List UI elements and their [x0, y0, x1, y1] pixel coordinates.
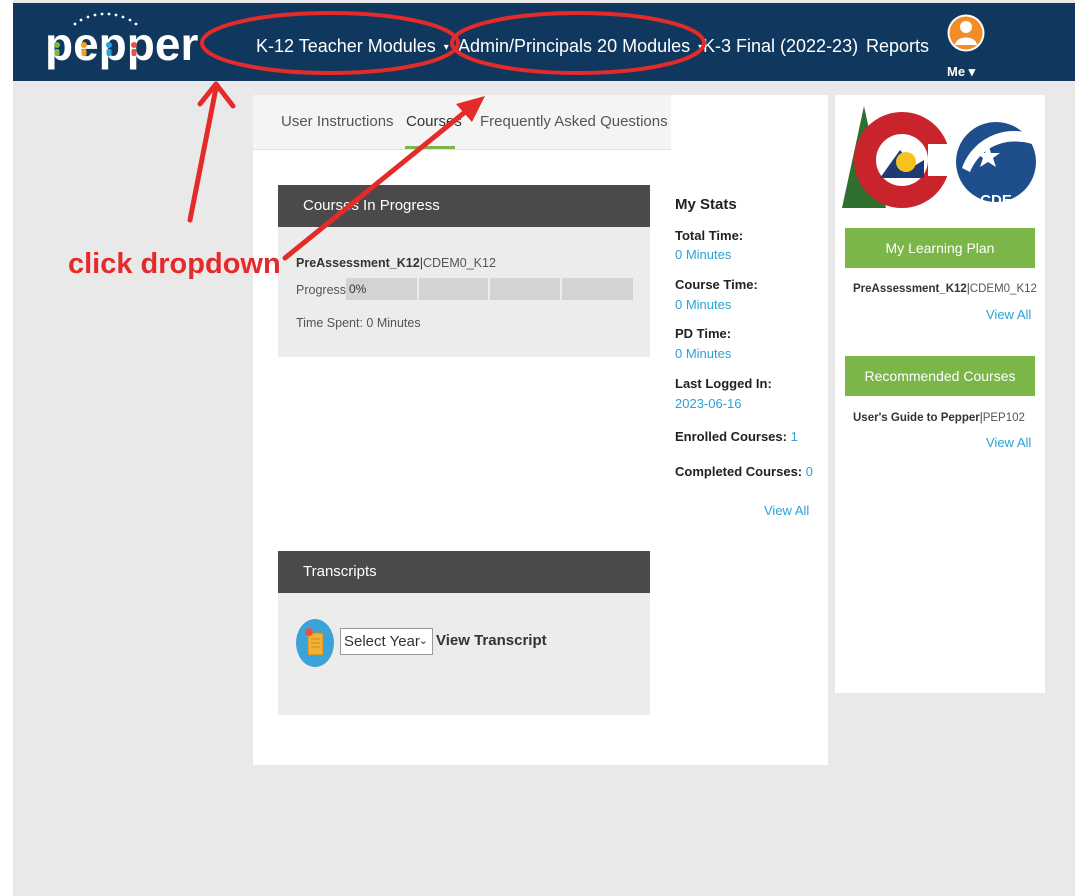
chevron-down-icon: ⌄ [418, 635, 428, 647]
nav-item-label: Reports [866, 36, 930, 56]
progress-segment-divider [560, 278, 562, 300]
active-tab-indicator [405, 146, 455, 149]
nav-k3-final[interactable]: K-3 Final (2022-23) [703, 36, 858, 57]
enrolled-courses-label: Enrolled Courses: [675, 429, 787, 444]
progress-segment-divider [488, 278, 490, 300]
time-spent: Time Spent: 0 Minutes [296, 316, 421, 330]
course-name: PreAssessment_K12 [853, 283, 967, 295]
total-time-label: Total Time: [675, 228, 744, 243]
tab-courses[interactable]: Courses [406, 113, 462, 130]
course-code: PEP102 [982, 412, 1025, 424]
completed-courses: Completed Courses: 0 [675, 464, 813, 479]
logo-wordmark: pepper [45, 18, 198, 70]
annotation-text: click dropdown [68, 248, 281, 280]
select-year-dropdown[interactable]: Select Year ⌄ [340, 628, 433, 655]
nav-item-label: Admin/Principals 20 Modules [458, 36, 691, 56]
course-code: CDEM0_K12 [422, 256, 496, 270]
progress-label: Progress [296, 283, 347, 297]
nav-reports[interactable]: Reports [866, 36, 929, 57]
select-year-value: Select Year [344, 633, 420, 650]
transcripts-header: Transcripts [278, 551, 650, 593]
course-name[interactable]: PreAssessment_K12 [296, 256, 420, 270]
learning-plan-view-all-link[interactable]: View All [986, 307, 1031, 322]
course-time-label: Course Time: [675, 277, 758, 292]
nav-item-label: K-12 Teacher Modules [256, 36, 436, 56]
cde-logo-icon: CDE [956, 122, 1036, 209]
tab-user-instructions[interactable]: User Instructions [281, 113, 394, 130]
pd-time-label: PD Time: [675, 326, 732, 341]
state-logos: CDE [842, 106, 1036, 209]
course-code: CDEM0_K12 [969, 283, 1037, 295]
pd-time-value: 0 Minutes [675, 346, 732, 361]
course-time-value: 0 Minutes [675, 297, 732, 312]
last-login-value: 2023-06-16 [675, 396, 742, 411]
enrolled-courses-value[interactable]: 1 [791, 429, 798, 444]
pepper-logo[interactable]: pepper [45, 10, 205, 72]
recommended-courses-button[interactable]: Recommended Courses [845, 356, 1035, 396]
course-row[interactable]: PreAssessment_K12|CDEM0_K12 [296, 256, 496, 270]
nav-item-label: K-3 Final (2022-23) [703, 36, 859, 56]
recommended-course[interactable]: User's Guide to Pepper|PEP102 [853, 412, 1025, 424]
nav-admin-principals-modules[interactable]: Admin/Principals 20 Modules ▾ [458, 36, 703, 57]
progress-percent: 0% [349, 282, 367, 296]
course-name: User's Guide to Pepper [853, 412, 980, 424]
user-avatar-icon[interactable] [946, 13, 986, 59]
chevron-down-icon: ▾ [443, 42, 449, 53]
enrolled-courses: Enrolled Courses: 1 [675, 429, 798, 444]
recommended-view-all-link[interactable]: View All [986, 435, 1031, 450]
courses-in-progress-header: Courses In Progress [278, 185, 650, 227]
stats-view-all-link[interactable]: View All [764, 503, 809, 518]
completed-courses-label: Completed Courses: [675, 464, 803, 479]
my-stats-title: My Stats [675, 196, 737, 213]
tab-faq[interactable]: Frequently Asked Questions [480, 113, 668, 130]
transcript-document-icon [296, 619, 334, 667]
cde-logo-text: CDE [980, 192, 1012, 209]
progress-segment-divider [417, 278, 419, 300]
last-login-label: Last Logged In: [675, 376, 772, 391]
completed-courses-value[interactable]: 0 [806, 464, 813, 479]
my-learning-plan-button[interactable]: My Learning Plan [845, 228, 1035, 268]
me-menu[interactable]: Me ▾ [947, 64, 975, 80]
nav-k12-teacher-modules[interactable]: K-12 Teacher Modules ▾ [256, 36, 449, 57]
colorado-logo-icon [842, 106, 956, 208]
total-time-value: 0 Minutes [675, 247, 732, 262]
learning-plan-course[interactable]: PreAssessment_K12|CDEM0_K12 [853, 283, 1037, 295]
view-transcript-button[interactable]: View Transcript [436, 632, 547, 649]
page: pepper K-12 Teacher Modules ▾ Admin/Princ… [0, 0, 1078, 896]
